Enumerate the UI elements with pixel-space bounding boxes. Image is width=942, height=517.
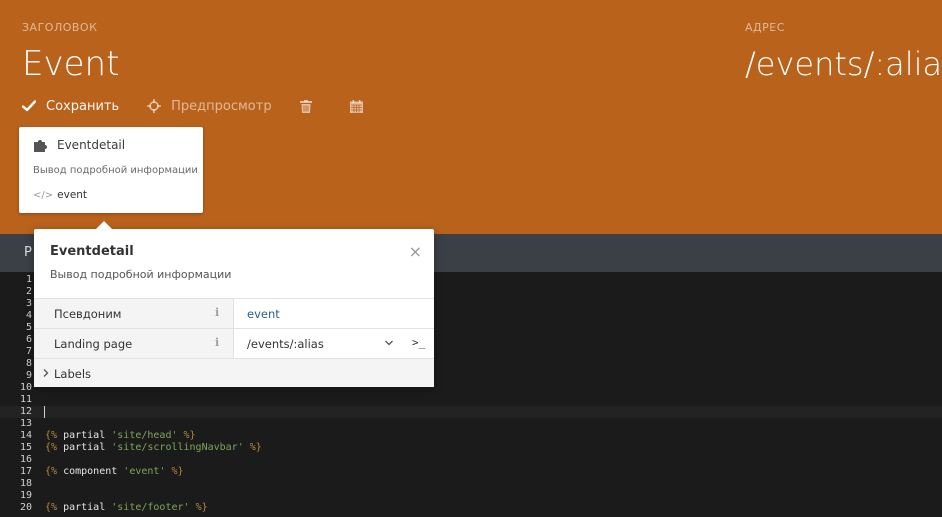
- labels-label: Labels: [54, 367, 92, 381]
- component-card[interactable]: Eventdetail Вывод подробной информации <…: [19, 127, 203, 213]
- code-token: %}: [183, 430, 196, 441]
- line-number: 12: [19, 406, 32, 417]
- property-name-cell: Landing page i: [34, 329, 234, 359]
- code-token: 'site/scrollingNavbar': [111, 442, 244, 453]
- line-number: 18: [19, 478, 32, 489]
- popup-arrow: [96, 221, 112, 229]
- code-text: {% partial 'site/scrollingNavbar' %}: [45, 442, 262, 454]
- code-token: 'site/head': [111, 430, 178, 441]
- url-label: АДРЕС: [745, 21, 785, 34]
- calendar-icon: [349, 99, 363, 113]
- page-url-field[interactable]: /events/:alias: [745, 44, 942, 84]
- page-title-field[interactable]: Event: [22, 44, 119, 84]
- code-token: %}: [195, 502, 208, 513]
- code-line[interactable]: 14 {% partial 'site/head' %}: [0, 430, 942, 442]
- line-number: 7: [25, 346, 32, 357]
- trash-icon: [299, 99, 312, 113]
- preview-button[interactable]: Предпросмотр: [147, 98, 272, 114]
- editor-tab-label[interactable]: Р: [24, 245, 32, 260]
- code-icon: </>: [33, 189, 54, 201]
- code-text: {% component 'event' %}: [45, 466, 184, 478]
- puzzle-icon: [34, 140, 47, 152]
- line-number: 1: [25, 274, 32, 285]
- property-row-alias: Псевдоним i event: [34, 298, 434, 329]
- line-number: 20: [19, 502, 32, 513]
- preview-label: Предпросмотр: [171, 98, 272, 114]
- property-name: Псевдоним: [54, 307, 122, 321]
- property-name: Landing page: [54, 337, 133, 351]
- code-line[interactable]: 16: [0, 454, 942, 466]
- code-line[interactable]: 17 {% component 'event' %}: [0, 466, 942, 478]
- line-number: 16: [19, 454, 32, 465]
- crosshair-icon: [147, 99, 162, 113]
- property-name-cell: Псевдоним i: [34, 299, 234, 329]
- page-header: ЗАГОЛОВОК Event АДРЕС /events/:alias Сох…: [0, 0, 942, 234]
- code-token: {%: [45, 502, 58, 513]
- component-card-alias: </> event: [33, 189, 87, 201]
- line-number: 9: [25, 370, 32, 381]
- line-number: 4: [25, 310, 32, 321]
- code-token: {%: [45, 442, 58, 453]
- code-token: {%: [45, 430, 58, 441]
- code-line[interactable]: 13: [0, 418, 942, 430]
- check-icon: [22, 100, 36, 112]
- text-cursor: [44, 406, 45, 418]
- save-label: Сохранить: [46, 98, 120, 114]
- popup-title: Eventdetail: [50, 244, 134, 259]
- labels-section-toggle[interactable]: Labels: [34, 358, 434, 387]
- code-token: component: [63, 466, 118, 477]
- line-number: 19: [19, 490, 32, 501]
- save-button[interactable]: Сохранить: [22, 99, 119, 114]
- component-card-name: Eventdetail: [33, 138, 125, 152]
- code-line[interactable]: 15 {% partial 'site/scrollingNavbar' %}: [0, 442, 942, 454]
- line-number: 10: [19, 382, 32, 393]
- line-number: 13: [19, 418, 32, 429]
- line-number: 8: [25, 358, 32, 369]
- component-card-alias-text: event: [57, 189, 88, 201]
- landing-page-select[interactable]: /events/:alias: [247, 337, 324, 351]
- component-card-title: Eventdetail: [57, 138, 126, 152]
- code-token: %}: [171, 466, 184, 477]
- component-card-description: Вывод подробной информации: [33, 165, 198, 176]
- code-line[interactable]: 11: [0, 394, 942, 406]
- property-row-landing-page: Landing page i /events/:alias >_: [34, 328, 434, 359]
- terminal-icon[interactable]: >_: [412, 336, 425, 349]
- line-number: 17: [19, 466, 32, 477]
- code-token: 'event': [123, 466, 166, 477]
- toolbar: Сохранить Предпросмотр: [22, 96, 373, 116]
- code-line[interactable]: 12: [0, 406, 942, 418]
- close-icon[interactable]: ×: [409, 244, 422, 260]
- code-token: {%: [45, 466, 58, 477]
- code-text: {% partial 'site/head' %}: [45, 430, 196, 442]
- code-token: %}: [249, 442, 262, 453]
- line-number: 14: [19, 430, 32, 441]
- chevron-down-icon[interactable]: [384, 336, 394, 350]
- alias-input[interactable]: event: [247, 307, 280, 321]
- code-token: partial: [63, 442, 106, 453]
- line-number: 6: [25, 334, 32, 345]
- line-number: 11: [19, 394, 32, 405]
- calendar-button[interactable]: [349, 99, 373, 113]
- line-number: 15: [19, 442, 32, 453]
- info-icon[interactable]: i: [215, 306, 219, 319]
- delete-button[interactable]: [299, 99, 322, 113]
- code-token: 'site/footer': [111, 502, 190, 513]
- code-line[interactable]: 20 {% partial 'site/footer' %}: [0, 502, 942, 514]
- info-icon[interactable]: i: [215, 336, 219, 349]
- component-inspector-popup: Eventdetail Вывод подробной информации ×…: [34, 221, 434, 387]
- code-token: partial: [63, 502, 106, 513]
- code-line[interactable]: 19: [0, 490, 942, 502]
- code-line[interactable]: 18: [0, 478, 942, 490]
- line-number: 2: [25, 286, 32, 297]
- code-token: partial: [63, 430, 106, 441]
- line-number: 5: [25, 322, 32, 333]
- line-number: 3: [25, 298, 32, 309]
- chevron-right-icon: [43, 369, 49, 377]
- popup-description: Вывод подробной информации: [50, 268, 232, 281]
- code-text: {% partial 'site/footer' %}: [45, 502, 208, 514]
- title-label: ЗАГОЛОВОК: [22, 21, 98, 34]
